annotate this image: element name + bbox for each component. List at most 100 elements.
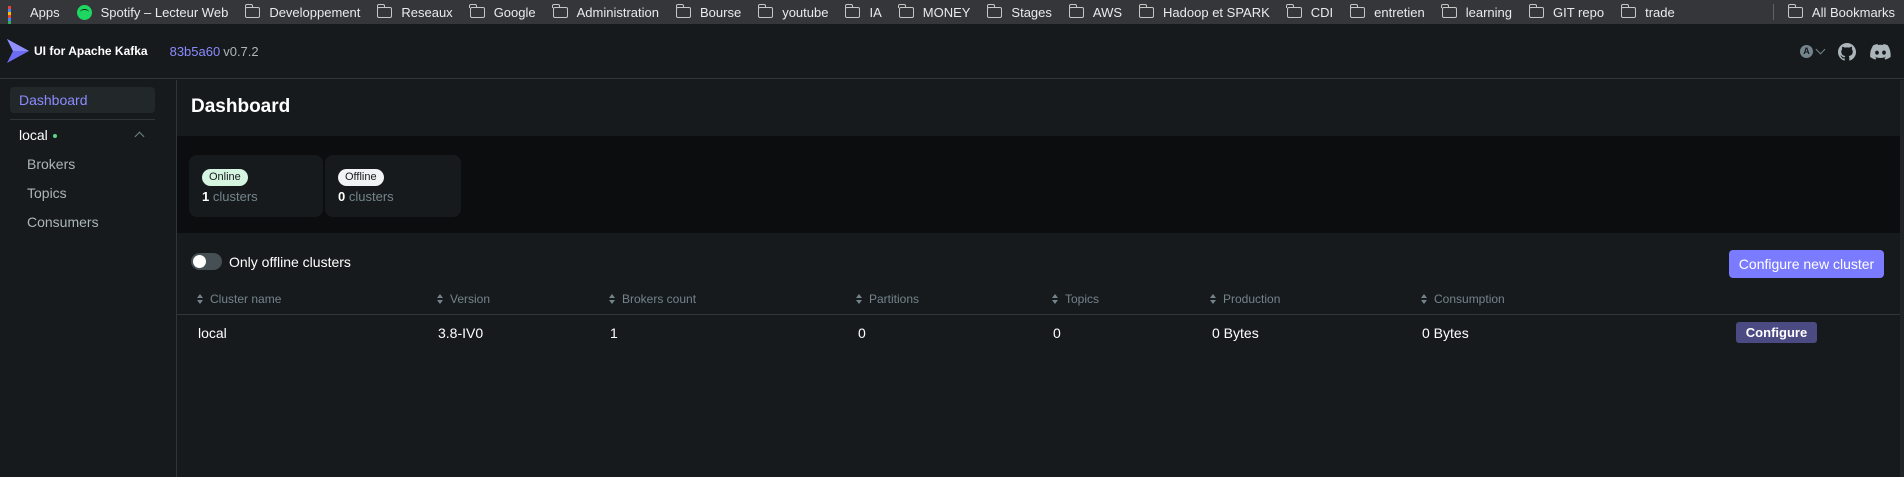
scrollbar[interactable] (1900, 80, 1904, 477)
bookmark-folder[interactable]: trade (1613, 0, 1684, 24)
bookmark-label: Bourse (699, 4, 742, 20)
bookmark-label: Apps (30, 4, 60, 20)
bookmark-folder[interactable]: Hadoop et SPARK (1131, 0, 1279, 24)
sort-icon (609, 294, 616, 304)
bookmark-folder[interactable]: learning (1434, 0, 1521, 24)
bookmarks-separator (1772, 4, 1774, 20)
bookmark-folder[interactable]: CDI (1279, 0, 1342, 24)
page-title: Dashboard (191, 96, 291, 117)
bookmark-folder[interactable]: Bourse (668, 0, 750, 24)
cluster-name: local (19, 127, 48, 143)
bookmark-label: youtube (782, 4, 829, 20)
version-label: v0.7.2 (223, 43, 259, 59)
bookmark-label: Reseaux (401, 4, 453, 20)
bookmark-spotify[interactable]: Spotify – Lecteur Web (69, 0, 238, 24)
cell-production: 0 Bytes (1212, 325, 1259, 341)
folder-icon (244, 3, 261, 18)
chevron-down-icon (1815, 44, 1826, 55)
bookmark-folder[interactable]: IA (837, 0, 890, 24)
folder-icon (845, 3, 861, 18)
online-badge: Online (202, 169, 248, 186)
folder-icon (1787, 3, 1803, 18)
folder-icon (1441, 3, 1457, 18)
sidebar-cluster-local[interactable]: local (19, 127, 57, 143)
bookmark-label: Administration (576, 4, 659, 20)
brand-name[interactable]: UI for Apache Kafka (34, 44, 148, 58)
column-header-cluster-name[interactable]: Cluster name (197, 292, 281, 306)
column-header-consumption[interactable]: Consumption (1421, 292, 1505, 306)
github-icon[interactable] (1838, 42, 1856, 61)
bookmark-label: Spotify – Lecteur Web (100, 4, 229, 20)
online-clusters-card: Online 1 clusters (189, 155, 323, 217)
all-bookmarks[interactable]: All Bookmarks (1780, 0, 1904, 24)
sort-icon (197, 294, 204, 304)
sidebar-item-dashboard[interactable]: Dashboard (10, 87, 155, 113)
folder-icon (376, 3, 393, 18)
bookmark-folder[interactable]: entretien (1342, 0, 1434, 24)
folder-icon (898, 3, 914, 18)
folder-icon (552, 3, 568, 18)
column-label: Production (1223, 292, 1281, 306)
online-count-value: 1 (202, 189, 210, 204)
cell-cluster-name[interactable]: local (198, 325, 227, 341)
column-header-production[interactable]: Production (1210, 292, 1280, 306)
column-header-partitions[interactable]: Partitions (856, 292, 919, 306)
sort-icon (1421, 294, 1428, 304)
column-header-version[interactable]: Version (437, 292, 490, 306)
column-label: Brokers count (622, 292, 697, 306)
bookmark-label: CDI (1310, 4, 1334, 20)
folder-icon (1620, 3, 1637, 18)
cell-version: 3.8-IV0 (438, 325, 484, 341)
header-actions: A (1800, 24, 1891, 79)
sidebar-item-brokers[interactable]: Brokers (27, 156, 75, 172)
bookmark-folder[interactable]: GIT repo (1521, 0, 1613, 24)
folder-icon (469, 3, 485, 18)
sort-icon (1052, 294, 1059, 304)
discord-icon[interactable] (1870, 43, 1891, 60)
sidebar-item-consumers[interactable]: Consumers (27, 214, 99, 230)
bookmark-folder[interactable]: Administration (545, 0, 668, 24)
sidebar-item-topics[interactable]: Topics (27, 185, 67, 201)
spotify-icon (76, 4, 92, 20)
bookmark-apps[interactable]: Apps (0, 0, 69, 24)
commit-link[interactable]: 83b5a60 (170, 44, 221, 59)
column-header-topics[interactable]: Topics (1052, 292, 1099, 306)
folder-icon (1528, 3, 1545, 18)
bookmark-label: trade (1645, 4, 1675, 20)
app-header: UI for Apache Kafka 83b5a60 v0.7.2 A (0, 24, 1904, 79)
bookmark-folder[interactable]: Google (462, 0, 545, 24)
sidebar: Dashboard local Brokers Topics Consumers (0, 80, 177, 477)
apps-grid-icon (8, 5, 21, 24)
chevron-up-icon[interactable] (134, 131, 145, 142)
offline-toggle-switch[interactable] (191, 253, 222, 270)
sidebar-divider (10, 119, 155, 120)
theme-select[interactable]: A (1800, 44, 1826, 58)
folder-icon (1286, 3, 1302, 18)
configure-cluster-button[interactable]: Configure (1736, 322, 1817, 343)
online-status-dot (52, 134, 57, 139)
cell-consumption: 0 Bytes (1422, 325, 1469, 341)
bookmark-folder[interactable]: youtube (750, 0, 837, 24)
table-header-divider (177, 314, 1904, 315)
bookmark-label: MONEY (922, 4, 971, 20)
bookmark-folder[interactable]: MONEY (891, 0, 980, 24)
bookmark-label: Google (493, 4, 536, 20)
bookmark-folder[interactable]: AWS (1061, 0, 1131, 24)
column-label: Version (450, 292, 491, 306)
configure-new-cluster-button[interactable]: Configure new cluster (1729, 250, 1884, 278)
offline-clusters-card: Offline 0 clusters (325, 155, 461, 217)
folder-icon (675, 3, 691, 18)
bookmark-folder[interactable]: Developpement (237, 0, 369, 24)
bookmark-folder[interactable]: Stages (979, 0, 1060, 24)
bookmark-label: Stages (1011, 4, 1052, 20)
column-header-brokers-count[interactable]: Brokers count (609, 292, 696, 306)
column-label: Topics (1065, 292, 1100, 306)
cell-brokers-count: 1 (610, 325, 618, 341)
bookmark-folder[interactable]: Reseaux (369, 0, 461, 24)
kafka-logo-icon[interactable] (5, 36, 31, 66)
online-count: 1 clusters (202, 189, 323, 204)
bookmark-label: GIT repo (1553, 4, 1605, 20)
folder-icon (987, 3, 1003, 18)
online-count-unit: clusters (212, 189, 258, 204)
cell-topics: 0 (1053, 325, 1061, 341)
